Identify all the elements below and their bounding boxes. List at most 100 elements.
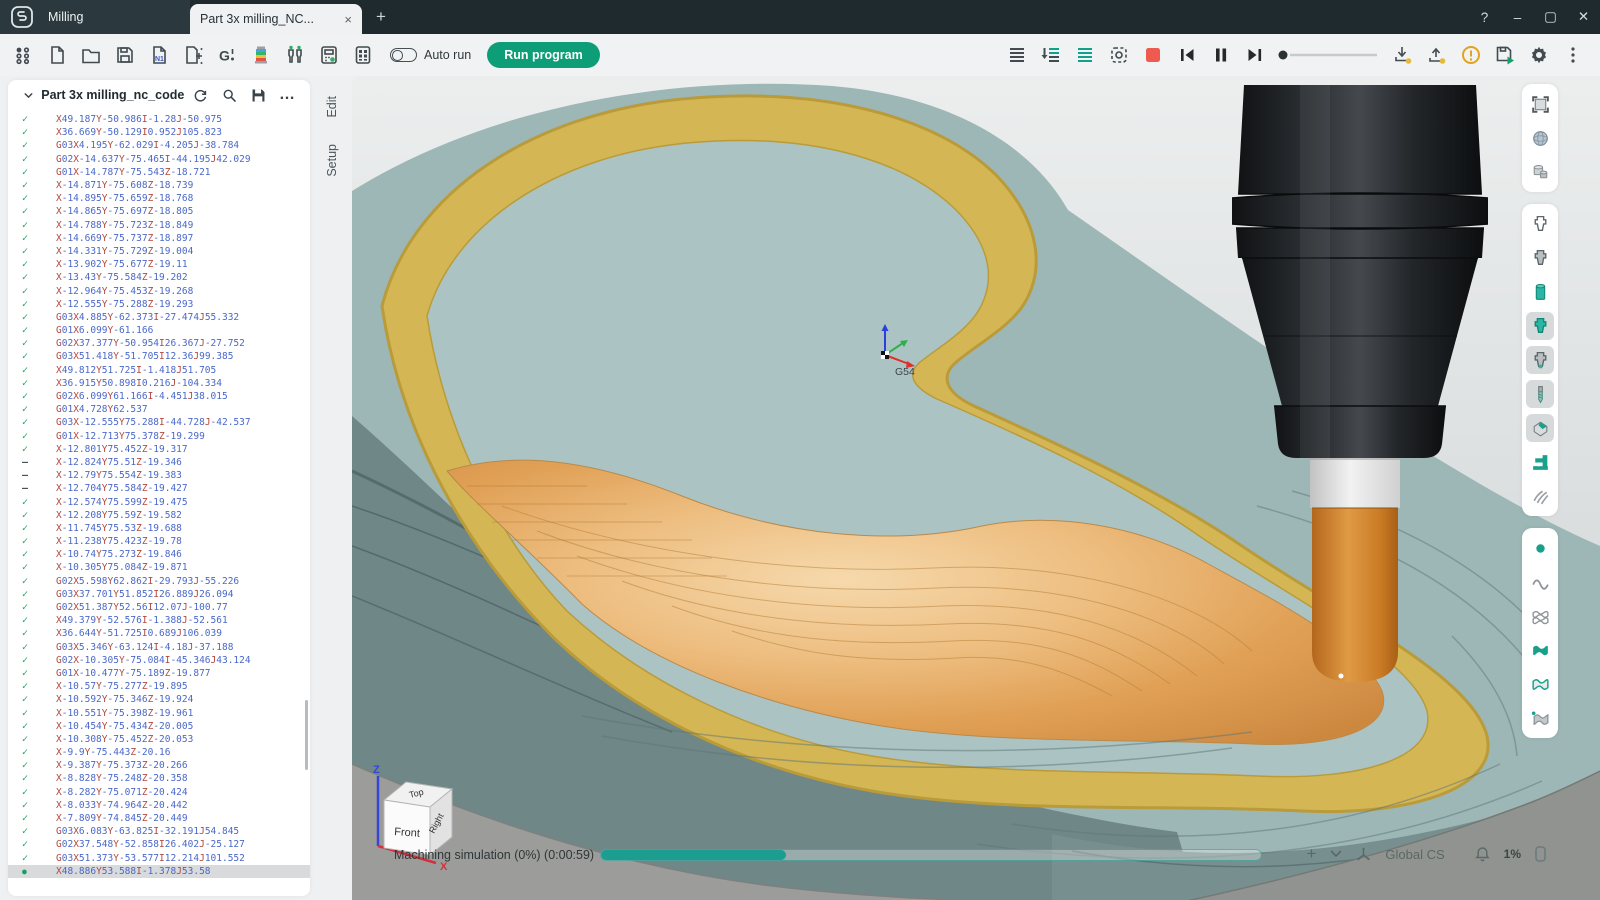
new-tab-button[interactable]: + xyxy=(362,0,400,34)
search-button[interactable] xyxy=(217,83,242,107)
gcode-line[interactable]: ✓G02X51.387Y52.56I12.07J-100.77 xyxy=(8,601,310,614)
gcode-line[interactable]: ✓X-13.902Y-75.677Z-19.11 xyxy=(8,258,310,271)
skip-end-button[interactable] xyxy=(1240,40,1270,70)
gcode-line[interactable]: ✓G02X6.099Y61.166I-4.451J38.015 xyxy=(8,390,310,403)
gcode-line[interactable]: ✓X-12.555Y-75.288Z-19.293 xyxy=(8,298,310,311)
flags-outline-button[interactable] xyxy=(1526,602,1554,630)
flag-filled-button[interactable] xyxy=(1526,636,1554,664)
gcode-line[interactable]: ✓X-10.57Y-75.277Z-19.895 xyxy=(8,680,310,693)
holder-gray-button[interactable] xyxy=(1526,244,1554,272)
help-button[interactable]: ? xyxy=(1468,0,1501,34)
save-run-button[interactable] xyxy=(1490,40,1520,70)
gcode-line[interactable]: ✓X-11.238Y75.423Z-19.78 xyxy=(8,535,310,548)
gcode-line[interactable]: ✓X-12.574Y75.599Z-19.475 xyxy=(8,495,310,508)
pause-button[interactable] xyxy=(1206,40,1236,70)
gcode-line[interactable]: ✓X-8.033Y-74.964Z-20.442 xyxy=(8,799,310,812)
gcode-line[interactable]: ✓X-14.669Y-75.737Z-18.897 xyxy=(8,232,310,245)
gcode-line[interactable]: ✓G01X-14.787Y-75.543Z-18.721 xyxy=(8,166,310,179)
gcode-line[interactable]: ✓G03X51.373Y-53.577I12.214J101.552 xyxy=(8,852,310,865)
gcode-line[interactable]: ✓X49.187Y-50.986I-1.28J-50.975 xyxy=(8,113,310,126)
gcode-button[interactable]: G xyxy=(212,40,242,70)
gcode-line[interactable]: ✓G01X4.728Y62.537 xyxy=(8,403,310,416)
gcode-line[interactable]: ✓G02X37.377Y-50.954I26.367J-27.752 xyxy=(8,337,310,350)
drill-button[interactable] xyxy=(1526,380,1554,408)
stop-button[interactable] xyxy=(1138,40,1168,70)
gcode-line[interactable]: ✓X-14.871Y-75.608Z-18.739 xyxy=(8,179,310,192)
apps-grid-button[interactable] xyxy=(8,40,38,70)
tab-setup[interactable]: Setup xyxy=(325,144,339,177)
gcode-line[interactable]: ✓X-12.208Y75.59Z-19.582 xyxy=(8,509,310,522)
gcode-line[interactable]: ✓G03X-12.555Y75.288I-44.728J-42.537 xyxy=(8,416,310,429)
save-program-button[interactable] xyxy=(246,83,271,107)
gcode-line[interactable]: ✓X-14.865Y-75.697Z-18.805 xyxy=(8,205,310,218)
speed-slider-button[interactable] xyxy=(1274,40,1384,70)
auto-run-toggle[interactable]: Auto run xyxy=(390,48,471,62)
gcode-line[interactable]: ✓G03X6.083Y-63.825I-32.191J54.845 xyxy=(8,825,310,838)
bell-icon[interactable] xyxy=(1475,846,1490,862)
more-options-button[interactable]: … xyxy=(275,83,300,107)
collapse-chevron-icon[interactable] xyxy=(20,83,37,107)
auto-run-switch-icon[interactable] xyxy=(390,48,417,62)
stock-fixture-button[interactable] xyxy=(1526,90,1554,118)
tab-milling[interactable]: Milling xyxy=(0,0,190,34)
gcode-line[interactable]: –X-12.824Y75.51Z-19.346 xyxy=(8,456,310,469)
tab-part3x[interactable]: Part 3x milling_NC... × xyxy=(190,4,362,34)
file-new-button[interactable] xyxy=(42,40,72,70)
gcode-line[interactable]: ✓G03X4.885Y-62.373I-27.474J55.332 xyxy=(8,311,310,324)
tools-pair-button[interactable] xyxy=(280,40,310,70)
simulation-viewport[interactable]: G54 Z xyxy=(352,76,1600,900)
gcode-line[interactable]: ✓X-10.551Y-75.398Z-19.961 xyxy=(8,706,310,719)
file-import-button[interactable] xyxy=(178,40,208,70)
gcode-current-line[interactable]: ●X48.886Y53.588I-1.378J53.58 xyxy=(8,865,310,878)
gcode-line[interactable]: ✓X-10.308Y-75.452Z-20.053 xyxy=(8,733,310,746)
skip-start-button[interactable] xyxy=(1172,40,1202,70)
gcode-line[interactable]: ✓G03X37.701Y51.852I26.889J26.094 xyxy=(8,588,310,601)
hatch-button[interactable] xyxy=(1526,482,1554,510)
dot-button[interactable] xyxy=(1526,534,1554,562)
gcode-line[interactable]: ✓G02X-14.637Y-75.465I-44.195J42.029 xyxy=(8,153,310,166)
save-button[interactable] xyxy=(110,40,140,70)
holder-teal-button[interactable] xyxy=(1526,312,1554,340)
settings-gear-button[interactable] xyxy=(1524,40,1554,70)
panel-grid-button[interactable] xyxy=(348,40,378,70)
close-tab-icon[interactable]: × xyxy=(344,12,352,27)
gcode-line[interactable]: ✓G02X37.548Y-52.858I26.402J-25.127 xyxy=(8,838,310,851)
run-program-button[interactable]: Run program xyxy=(487,42,599,68)
minimize-button[interactable]: – xyxy=(1501,0,1534,34)
gcode-line[interactable]: ✓X36.669Y-50.129I0.952J105.823 xyxy=(8,126,310,139)
gcode-line[interactable]: ✓X-14.895Y-75.659Z-18.768 xyxy=(8,192,310,205)
gcode-line[interactable]: ✓X-13.43Y-75.584Z-19.202 xyxy=(8,271,310,284)
close-window-button[interactable]: ✕ xyxy=(1567,0,1600,34)
gcode-line[interactable]: ✓X-9.9Y-75.443Z-20.16 xyxy=(8,746,310,759)
gcode-line[interactable]: ✓X-10.592Y-75.346Z-19.924 xyxy=(8,693,310,706)
gcode-line[interactable]: ✓X-10.305Y75.084Z-19.871 xyxy=(8,561,310,574)
gcode-line[interactable]: ✓G03X4.195Y-62.029I-4.205J-38.784 xyxy=(8,139,310,152)
gcode-line[interactable]: ✓X-8.282Y-75.071Z-20.424 xyxy=(8,786,310,799)
gcode-line[interactable]: ✓G03X51.418Y-51.705I12.36J99.385 xyxy=(8,350,310,363)
gcode-line[interactable]: ✓X-14.331Y-75.729Z-19.004 xyxy=(8,245,310,258)
refresh-button[interactable] xyxy=(188,83,213,107)
zoom-in-button[interactable]: + xyxy=(1306,844,1316,864)
simulation-progress-bar[interactable] xyxy=(600,849,1262,861)
code-panel-scrollbar[interactable] xyxy=(305,700,308,770)
export-badge-button[interactable] xyxy=(1422,40,1452,70)
gcode-line[interactable]: ✓X36.915Y50.898I0.216J-104.334 xyxy=(8,377,310,390)
gcode-line[interactable]: ✓X-10.454Y-75.434Z-20.005 xyxy=(8,720,310,733)
step-model-button[interactable] xyxy=(1526,158,1554,186)
gcode-line[interactable]: ✓X-10.74Y75.273Z-19.846 xyxy=(8,548,310,561)
gcode-line[interactable]: ✓G01X6.099Y-61.166 xyxy=(8,324,310,337)
holder-teal-tip-button[interactable] xyxy=(1526,346,1554,374)
gcode-line[interactable]: ✓X-9.387Y-75.373Z-20.266 xyxy=(8,759,310,772)
import-badge-button[interactable] xyxy=(1388,40,1418,70)
machine-button[interactable] xyxy=(1526,448,1554,476)
gcode-line[interactable]: ✓X49.812Y51.725I-1.418J51.705 xyxy=(8,364,310,377)
panel-toggle-icon[interactable] xyxy=(1535,846,1546,862)
gcode-line[interactable]: ✓X-12.964Y-75.453Z-19.268 xyxy=(8,284,310,297)
gcode-line[interactable]: ✓G01X-12.713Y75.378Z-19.299 xyxy=(8,430,310,443)
gcode-line[interactable]: ✓X49.379Y-52.576I-1.388J-52.561 xyxy=(8,614,310,627)
lines-teal-button[interactable] xyxy=(1070,40,1100,70)
kebab-menu-button[interactable] xyxy=(1558,40,1588,70)
wave-button[interactable] xyxy=(1526,568,1554,596)
maximize-button[interactable]: ▢ xyxy=(1534,0,1567,34)
zoom-level-label[interactable]: 1% xyxy=(1504,847,1521,861)
